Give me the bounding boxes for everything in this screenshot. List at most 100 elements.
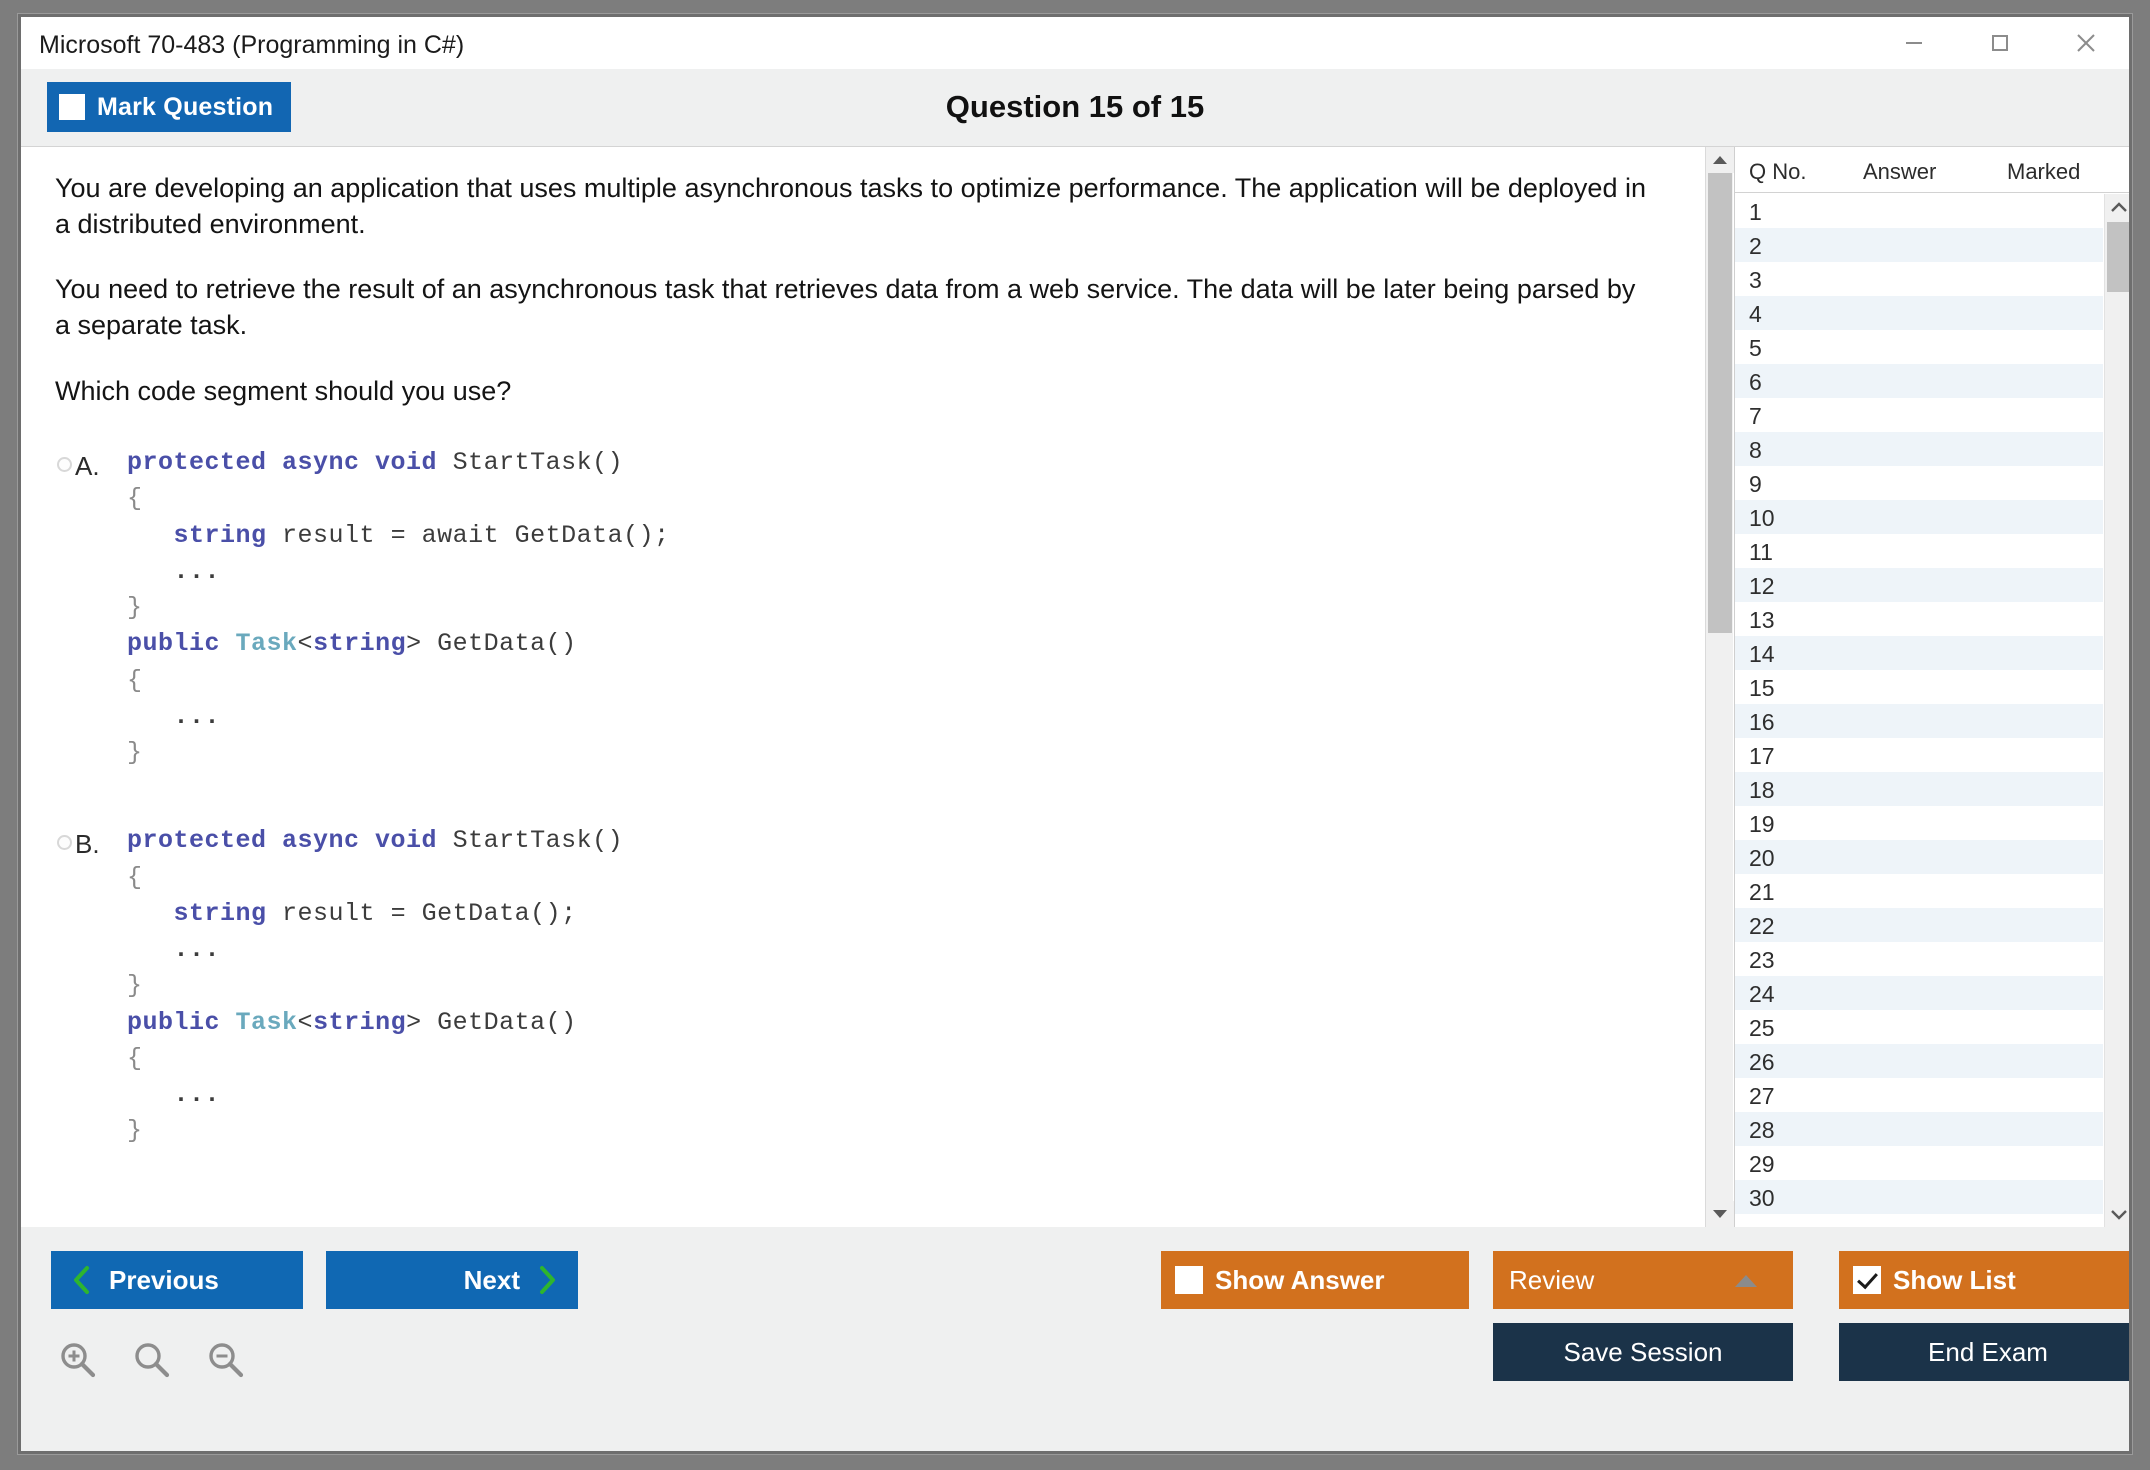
question-list-row[interactable]: 25 — [1735, 1010, 2103, 1044]
caret-up-icon — [1735, 1275, 1757, 1287]
question-list-number: 14 — [1749, 641, 1775, 668]
question-list-number: 25 — [1749, 1015, 1775, 1042]
question-list-row[interactable]: 4 — [1735, 296, 2103, 330]
next-button[interactable]: Next — [326, 1251, 578, 1309]
question-list-row[interactable]: 28 — [1735, 1112, 2103, 1146]
show-answer-label: Show Answer — [1215, 1265, 1385, 1296]
answer-option-code: protected async void StartTask() { strin… — [127, 823, 1671, 1149]
show-answer-button[interactable]: Show Answer — [1161, 1251, 1469, 1309]
question-list-row[interactable]: 19 — [1735, 806, 2103, 840]
question-counter: Question 15 of 15 — [21, 89, 2129, 125]
zoom-reset-icon[interactable] — [131, 1339, 173, 1381]
question-list-number: 22 — [1749, 913, 1775, 940]
list-scroll-up-icon[interactable] — [2105, 194, 2132, 220]
mark-question-button[interactable]: Mark Question — [47, 82, 291, 132]
answer-option-radio[interactable] — [57, 835, 72, 850]
chevron-right-icon — [538, 1265, 556, 1295]
question-list-number: 11 — [1749, 539, 1773, 566]
window-title: Microsoft 70-483 (Programming in C#) — [39, 31, 464, 60]
show-list-button[interactable]: Show List — [1839, 1251, 2132, 1309]
question-list-row[interactable]: 24 — [1735, 976, 2103, 1010]
question-list-row[interactable]: 14 — [1735, 636, 2103, 670]
save-session-button[interactable]: Save Session — [1493, 1323, 1793, 1381]
question-list-row[interactable]: 16 — [1735, 704, 2103, 738]
question-list-row[interactable]: 12 — [1735, 568, 2103, 602]
answer-option-code: protected async void StartTask() { strin… — [127, 445, 1671, 771]
question-list-scroll-area: 1234567891011121314151617181920212223242… — [1735, 194, 2132, 1227]
question-list-row[interactable]: 17 — [1735, 738, 2103, 772]
zoom-out-icon[interactable] — [205, 1339, 247, 1381]
question-header-bar: Mark Question Question 15 of 15 — [21, 69, 2129, 147]
list-scrollbar-thumb[interactable] — [2107, 222, 2131, 292]
question-list-number: 20 — [1749, 845, 1775, 872]
minimize-button[interactable] — [1871, 17, 1957, 69]
answer-option[interactable]: B. protected async void StartTask() { str… — [55, 823, 1671, 1149]
question-list-number: 16 — [1749, 709, 1775, 736]
question-list-number: 21 — [1749, 879, 1775, 906]
question-list-number: 18 — [1749, 777, 1775, 804]
exam-body: You are developing an application that u… — [21, 147, 2129, 1227]
question-list-number: 15 — [1749, 675, 1775, 702]
question-list-row[interactable]: 6 — [1735, 364, 2103, 398]
question-list-row[interactable]: 7 — [1735, 398, 2103, 432]
question-list-row[interactable]: 13 — [1735, 602, 2103, 636]
question-list-row[interactable]: 22 — [1735, 908, 2103, 942]
question-list-number: 17 — [1749, 743, 1775, 770]
column-header-marked: Marked — [2007, 159, 2080, 185]
answer-option-radio[interactable] — [57, 457, 72, 472]
scrollbar-thumb[interactable] — [1708, 173, 1732, 633]
list-scroll-down-icon[interactable] — [2105, 1201, 2132, 1227]
question-list-number: 6 — [1749, 369, 1762, 396]
show-answer-checkbox[interactable] — [1175, 1266, 1203, 1294]
end-exam-button[interactable]: End Exam — [1839, 1323, 2132, 1381]
question-pane: You are developing an application that u… — [21, 147, 1705, 1227]
question-list-row[interactable]: 3 — [1735, 262, 2103, 296]
scroll-up-icon[interactable] — [1706, 147, 1734, 173]
question-list-number: 23 — [1749, 947, 1775, 974]
maximize-button[interactable] — [1957, 17, 2043, 69]
previous-button[interactable]: Previous — [51, 1251, 303, 1309]
answer-options: A.protected async void StartTask() { str… — [55, 445, 1671, 1150]
question-list-row[interactable]: 29 — [1735, 1146, 2103, 1180]
question-text: You are developing an application that u… — [55, 171, 1671, 409]
question-list-row[interactable]: 11 — [1735, 534, 2103, 568]
question-list-row[interactable]: 26 — [1735, 1044, 2103, 1078]
question-list-row[interactable]: 27 — [1735, 1078, 2103, 1112]
end-exam-label: End Exam — [1928, 1337, 2048, 1368]
answer-option-letter: B. — [75, 829, 100, 860]
question-list-row[interactable]: 8 — [1735, 432, 2103, 466]
scroll-down-icon[interactable] — [1706, 1201, 1734, 1227]
question-paragraph: You are developing an application that u… — [55, 171, 1655, 242]
question-list-number: 28 — [1749, 1117, 1775, 1144]
question-list-row[interactable]: 1 — [1735, 194, 2103, 228]
question-list-row[interactable]: 18 — [1735, 772, 2103, 806]
column-header-answer: Answer — [1863, 159, 1936, 185]
question-list-row[interactable]: 2 — [1735, 228, 2103, 262]
question-list-number: 8 — [1749, 437, 1762, 464]
question-list-row[interactable]: 15 — [1735, 670, 2103, 704]
question-paragraph: You need to retrieve the result of an as… — [55, 272, 1655, 343]
mark-question-checkbox[interactable] — [59, 94, 85, 120]
question-list-row[interactable]: 9 — [1735, 466, 2103, 500]
question-list-row[interactable]: 23 — [1735, 942, 2103, 976]
chevron-left-icon — [73, 1265, 91, 1295]
question-pane-scrollbar[interactable] — [1705, 147, 1733, 1227]
question-list-row[interactable]: 5 — [1735, 330, 2103, 364]
review-dropdown-button[interactable]: Review — [1493, 1251, 1793, 1309]
title-bar: Microsoft 70-483 (Programming in C#) — [21, 17, 2129, 69]
answer-option[interactable]: A.protected async void StartTask() { str… — [55, 445, 1671, 771]
question-list-row[interactable]: 10 — [1735, 500, 2103, 534]
question-list-row[interactable]: 21 — [1735, 874, 2103, 908]
zoom-in-icon[interactable] — [57, 1339, 99, 1381]
review-label: Review — [1509, 1265, 1594, 1296]
question-list-scrollbar[interactable] — [2104, 194, 2132, 1227]
question-list-row[interactable]: 20 — [1735, 840, 2103, 874]
question-list-number: 24 — [1749, 981, 1775, 1008]
close-button[interactable] — [2043, 17, 2129, 69]
show-list-checkbox[interactable] — [1853, 1266, 1881, 1294]
show-list-label: Show List — [1893, 1265, 2016, 1296]
question-list-number: 19 — [1749, 811, 1775, 838]
question-list-number: 9 — [1749, 471, 1762, 498]
question-list-row[interactable]: 30 — [1735, 1180, 2103, 1214]
question-list-number: 5 — [1749, 335, 1762, 362]
